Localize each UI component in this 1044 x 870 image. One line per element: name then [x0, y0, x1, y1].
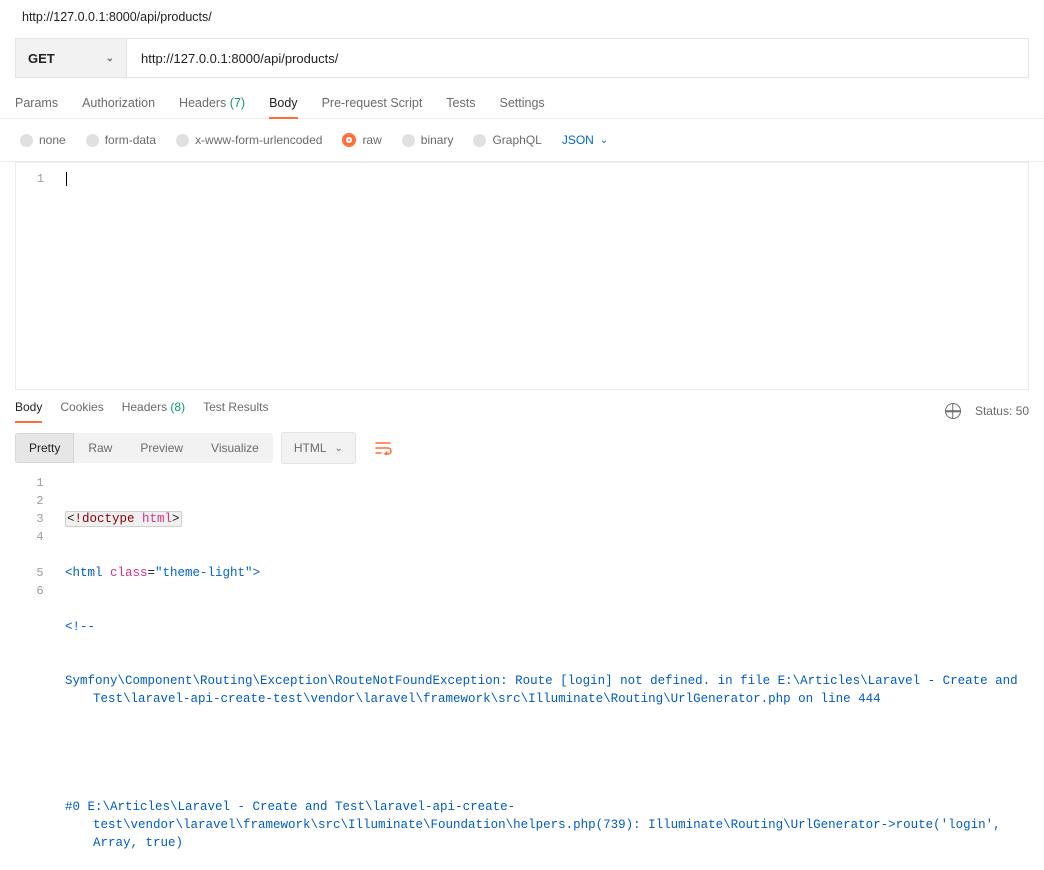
- view-mode-pretty[interactable]: Pretty: [15, 433, 74, 463]
- editor-content[interactable]: [66, 163, 1028, 389]
- chevron-down-icon: ⌄: [600, 135, 608, 146]
- radio-icon: [20, 134, 33, 147]
- code-text: >: [172, 512, 180, 526]
- response-tab-body[interactable]: Body: [15, 400, 42, 422]
- editor-gutter: 1: [16, 163, 66, 389]
- radio-icon: [342, 133, 356, 147]
- tab-headers-count: (7): [230, 96, 245, 110]
- response-line: <!doctype html>: [65, 510, 1035, 528]
- code-text: Symfony\Component\Routing\Exception\Rout…: [65, 672, 1035, 708]
- request-body-editor[interactable]: 1: [15, 162, 1029, 390]
- response-tabs: Body Cookies Headers (8) Test Results: [15, 400, 268, 422]
- response-tabs-row: Body Cookies Headers (8) Test Results St…: [0, 390, 1044, 422]
- code-text: html: [142, 512, 172, 526]
- status-prefix: Status:: [975, 404, 1012, 418]
- globe-icon[interactable]: [945, 403, 961, 419]
- body-type-binary[interactable]: binary: [402, 133, 454, 147]
- view-mode-visualize[interactable]: Visualize: [197, 433, 273, 463]
- request-row: GET ⌄: [0, 38, 1044, 78]
- response-format-label: HTML: [294, 441, 327, 455]
- radio-icon: [402, 134, 415, 147]
- gutter-line: 5: [15, 564, 65, 582]
- response-line: #0 E:\Articles\Laravel - Create and Test…: [65, 798, 1035, 834]
- url-input[interactable]: [127, 38, 1029, 78]
- line-wrap-button[interactable]: [368, 432, 400, 464]
- tab-body[interactable]: Body: [269, 96, 298, 118]
- response-meta: Status: 50: [945, 403, 1029, 419]
- code-text: !doctype: [75, 512, 143, 526]
- body-format-select[interactable]: JSON ⌄: [562, 133, 608, 147]
- response-view-controls: Pretty Raw Preview Visualize HTML ⌄: [0, 422, 1044, 474]
- view-mode-raw[interactable]: Raw: [74, 433, 126, 463]
- tab-pre-request[interactable]: Pre-request Script: [322, 96, 423, 118]
- response-line: [65, 744, 1035, 762]
- code-text: <html: [65, 566, 110, 580]
- body-type-row: none form-data x-www-form-urlencoded raw…: [0, 119, 1044, 162]
- text-cursor: [66, 172, 67, 186]
- request-title: http://127.0.0.1:8000/api/products/: [0, 0, 1044, 38]
- response-format-select[interactable]: HTML ⌄: [281, 432, 356, 464]
- tab-headers-label: Headers: [179, 96, 226, 110]
- code-text: <!--: [65, 620, 95, 634]
- gutter-line: 1: [16, 170, 65, 188]
- code-text: =: [148, 566, 156, 580]
- response-tab-cookies[interactable]: Cookies: [60, 400, 103, 422]
- gutter-line: 4: [15, 528, 65, 564]
- code-text: #0 E:\Articles\Laravel - Create and Test…: [65, 798, 1035, 852]
- code-text: >: [253, 566, 261, 580]
- chevron-down-icon: ⌄: [335, 443, 343, 454]
- chevron-down-icon: ⌄: [106, 53, 114, 64]
- code-text: "theme-light": [155, 566, 253, 580]
- body-type-urlencoded[interactable]: x-www-form-urlencoded: [176, 133, 322, 147]
- response-gutter: 1 2 3 4 5 6: [15, 474, 65, 870]
- response-tab-test-results[interactable]: Test Results: [203, 400, 268, 422]
- body-type-raw-label: raw: [362, 133, 381, 147]
- response-line: <html class="theme-light">: [65, 564, 1035, 582]
- body-type-urlencoded-label: x-www-form-urlencoded: [195, 133, 322, 147]
- gutter-line: 3: [15, 510, 65, 528]
- body-type-graphql[interactable]: GraphQL: [473, 133, 541, 147]
- wrap-icon: [375, 441, 393, 455]
- radio-icon: [473, 134, 486, 147]
- body-type-none[interactable]: none: [20, 133, 66, 147]
- tab-tests[interactable]: Tests: [446, 96, 475, 118]
- response-body-viewer[interactable]: 1 2 3 4 5 6 <!doctype html> <html class=…: [0, 474, 1044, 870]
- http-method-select[interactable]: GET ⌄: [15, 38, 127, 78]
- gutter-line: 1: [15, 474, 65, 492]
- body-type-raw[interactable]: raw: [342, 133, 381, 147]
- view-mode-preview[interactable]: Preview: [126, 433, 197, 463]
- radio-icon: [176, 134, 189, 147]
- response-tab-headers-count: (8): [170, 400, 185, 414]
- http-method-label: GET: [28, 51, 55, 66]
- radio-icon: [86, 134, 99, 147]
- gutter-line: 6: [15, 582, 65, 600]
- body-type-none-label: none: [39, 133, 66, 147]
- request-tabs: Params Authorization Headers (7) Body Pr…: [0, 78, 1044, 119]
- tab-params[interactable]: Params: [15, 96, 58, 118]
- tab-settings[interactable]: Settings: [499, 96, 544, 118]
- response-tab-headers[interactable]: Headers (8): [122, 400, 185, 422]
- status-text: Status: 50: [975, 404, 1029, 418]
- tab-headers[interactable]: Headers (7): [179, 96, 245, 118]
- response-line: <!--: [65, 618, 1035, 636]
- body-format-label: JSON: [562, 133, 594, 147]
- view-mode-group: Pretty Raw Preview Visualize: [15, 433, 273, 463]
- body-type-graphql-label: GraphQL: [492, 133, 541, 147]
- response-content: <!doctype html> <html class="theme-light…: [65, 474, 1035, 870]
- body-type-binary-label: binary: [421, 133, 454, 147]
- tab-authorization[interactable]: Authorization: [82, 96, 155, 118]
- response-tab-headers-label: Headers: [122, 400, 167, 414]
- code-text: class: [110, 566, 148, 580]
- body-type-form-data[interactable]: form-data: [86, 133, 156, 147]
- gutter-line: 2: [15, 492, 65, 510]
- code-text: <: [67, 512, 75, 526]
- status-code: 50: [1016, 404, 1029, 418]
- body-type-form-data-label: form-data: [105, 133, 156, 147]
- response-line: Symfony\Component\Routing\Exception\Rout…: [65, 672, 1035, 708]
